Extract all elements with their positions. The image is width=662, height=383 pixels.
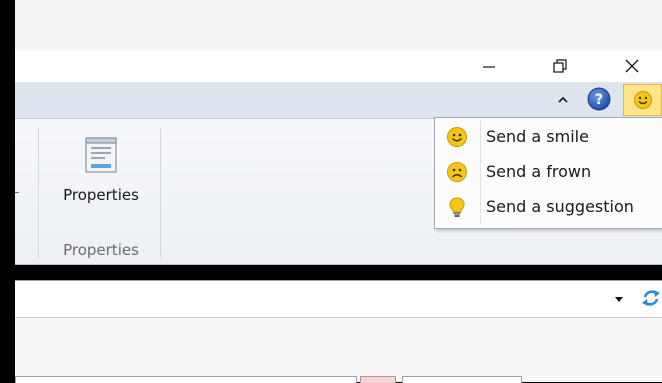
svg-text:?: ?	[595, 92, 603, 108]
ribbon-group-label: Properties	[63, 241, 139, 259]
address-dropdown-button[interactable]	[612, 291, 626, 305]
feedback-button[interactable]	[623, 84, 662, 116]
menu-item-send-frown[interactable]: Send a frown	[438, 155, 662, 189]
group-separator	[38, 128, 39, 258]
chevron-up-icon	[558, 96, 568, 103]
smiley-icon	[634, 91, 652, 109]
frown-icon	[447, 162, 467, 182]
minimize-icon	[483, 66, 495, 68]
lightbulb-icon	[449, 197, 465, 217]
content-area	[15, 318, 662, 382]
partial-icon-fragment	[15, 192, 19, 193]
collapse-ribbon-button[interactable]	[555, 92, 571, 108]
menu-item-send-suggestion[interactable]: Send a suggestion	[438, 190, 662, 224]
close-button[interactable]	[609, 50, 655, 82]
refresh-icon	[642, 290, 660, 306]
menu-item-label: Send a frown	[486, 162, 592, 181]
menu-item-send-smile[interactable]: Send a smile	[438, 120, 662, 154]
help-icon: ?	[587, 87, 611, 111]
menu-item-label: Send a smile	[486, 127, 589, 146]
restore-icon	[553, 59, 567, 73]
group-separator	[160, 128, 161, 258]
close-icon	[625, 59, 639, 73]
minimize-button[interactable]	[466, 50, 512, 82]
menu-item-label: Send a suggestion	[486, 197, 634, 216]
help-button[interactable]: ?	[587, 87, 611, 111]
restore-button[interactable]	[537, 50, 583, 82]
address-bar[interactable]	[15, 280, 662, 318]
refresh-button[interactable]	[640, 287, 662, 309]
properties-button-label: Properties	[63, 186, 139, 204]
smile-icon	[447, 127, 467, 147]
properties-icon	[85, 137, 117, 173]
dropdown-arrow-icon	[615, 297, 623, 302]
top-blank-region	[15, 0, 662, 50]
properties-button[interactable]: Properties	[54, 130, 148, 220]
